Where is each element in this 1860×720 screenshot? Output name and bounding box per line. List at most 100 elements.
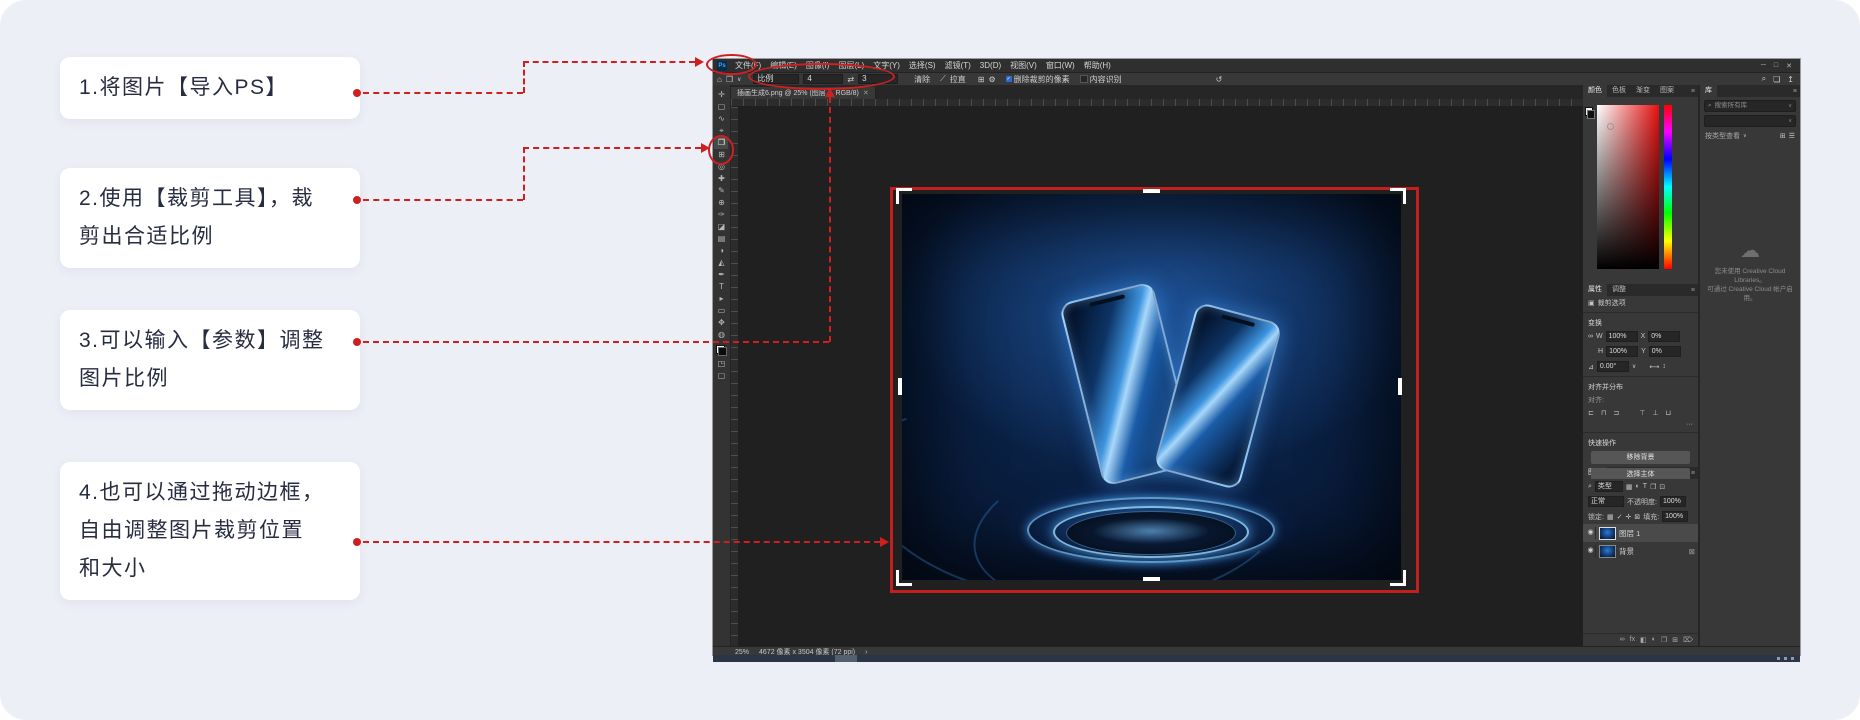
crop-handle-right[interactable] (1397, 377, 1402, 395)
shape-filter-icon[interactable]: ❐ (1650, 483, 1656, 491)
layer-mask-icon[interactable]: ◧ (1640, 636, 1647, 644)
align-top-icon[interactable]: ⊤ (1639, 409, 1645, 417)
layer-row-layer1[interactable]: ◉ 图层 1 (1583, 524, 1698, 542)
tool-clone-stamp[interactable]: ⊕ (714, 197, 728, 209)
close-icon[interactable]: ✕ (1786, 62, 1792, 70)
crop-handle-bottom-right[interactable] (1389, 569, 1406, 586)
menu-filter[interactable]: 滤镜(T) (941, 60, 975, 71)
smart-filter-icon[interactable]: ⊡ (1659, 483, 1665, 491)
crop-handle-top-right[interactable] (1389, 187, 1406, 204)
canvas[interactable] (730, 106, 1583, 646)
tool-path-selection[interactable]: ▸ (714, 293, 728, 305)
list-view-icon[interactable]: ☰ (1789, 132, 1795, 140)
tab-libraries[interactable]: 库 (1700, 83, 1717, 97)
y-input[interactable]: 0% (1648, 346, 1681, 357)
layer-filter-select[interactable]: 类型 (1594, 481, 1623, 492)
crop-handle-bottom[interactable] (1142, 576, 1160, 581)
foreground-background-swatch[interactable] (715, 345, 727, 356)
adjustment-layer-icon[interactable]: ◐ (1652, 636, 1656, 644)
library-select[interactable]: ∨ (1704, 115, 1796, 127)
blend-mode-select[interactable]: 正常 (1588, 496, 1624, 507)
tool-history-brush[interactable]: ✑ (714, 209, 728, 221)
type-filter-icon[interactable]: T (1643, 483, 1647, 490)
hue-slider[interactable] (1664, 105, 1672, 269)
tool-brush[interactable]: ✎ (714, 185, 728, 197)
lock-pixels-icon[interactable]: ✓ (1617, 513, 1623, 521)
tool-gradient[interactable]: ▤ (714, 233, 728, 245)
align-middle-icon[interactable]: ⊥ (1652, 409, 1658, 417)
lock-position-icon[interactable]: ✛ (1625, 513, 1631, 521)
tool-rectangle[interactable]: ▭ (714, 305, 728, 317)
tool-blur[interactable]: ◑ (714, 245, 728, 257)
align-center-h-icon[interactable]: ⊓ (1601, 409, 1606, 417)
crop-handle-left[interactable] (897, 377, 902, 395)
tool-hand[interactable]: ✥ (714, 317, 728, 329)
lock-transparent-icon[interactable]: ▦ (1607, 513, 1614, 521)
minimize-icon[interactable]: ─ (1761, 62, 1766, 70)
width-input[interactable]: 100% (1605, 331, 1638, 342)
tool-healing-brush[interactable]: ✚ (714, 173, 728, 185)
panel-menu-icon[interactable]: ≡ (1691, 470, 1698, 479)
tab-patterns[interactable]: 图案 (1655, 83, 1679, 97)
flip-horizontal-icon[interactable]: ⟷ (1649, 363, 1659, 371)
gear-icon[interactable]: ⚙ (988, 75, 995, 84)
screen-mode-icon[interactable]: ▢ (714, 370, 728, 382)
taskbar-active-app[interactable] (835, 655, 857, 662)
tab-gradients[interactable]: 渐变 (1631, 83, 1655, 97)
x-input[interactable]: 0% (1648, 331, 1681, 342)
lock-all-icon[interactable]: ⊠ (1634, 513, 1640, 521)
align-left-icon[interactable]: ⊏ (1588, 409, 1594, 417)
panel-menu-icon[interactable]: ≡ (1691, 287, 1698, 296)
link-layers-icon[interactable]: ∞ (1620, 636, 1625, 644)
tab-adjustments[interactable]: 调整 (1607, 282, 1631, 296)
tab-properties[interactable]: 属性 (1583, 282, 1607, 296)
menu-window[interactable]: 窗口(W) (1042, 60, 1079, 71)
clear-button[interactable]: 清除 (914, 74, 930, 85)
new-layer-icon[interactable]: ⊞ (1672, 636, 1678, 644)
link-dimensions-icon[interactable]: ∞ (1588, 333, 1593, 340)
search-icon[interactable]: ⌕ (1762, 74, 1766, 84)
menu-help[interactable]: 帮助(H) (1080, 60, 1115, 71)
more-options[interactable]: ··· (1583, 419, 1698, 430)
tool-type[interactable]: T (714, 281, 728, 293)
fill-input[interactable]: 100% (1662, 511, 1689, 522)
saturation-brightness-field[interactable] (1597, 105, 1659, 269)
panel-menu-icon[interactable]: ≡ (1691, 88, 1698, 97)
tab-swatches[interactable]: 色板 (1607, 83, 1631, 97)
tool-lasso[interactable]: ∿ (714, 113, 728, 125)
pixel-filter-icon[interactable]: ▦ (1626, 483, 1633, 491)
panel-menu-icon[interactable]: ≡ (1793, 88, 1800, 97)
visibility-eye-icon[interactable]: ◉ (1586, 527, 1596, 539)
view-by-type-label[interactable]: 按类型查看 (1705, 131, 1740, 141)
fg-bg-swatch-icon[interactable] (1585, 107, 1595, 119)
height-input[interactable]: 100% (1606, 346, 1639, 357)
tool-dodge[interactable]: ◭ (714, 257, 728, 269)
workspace-icon[interactable]: ❏ (1773, 75, 1780, 84)
align-right-icon[interactable]: ⊐ (1613, 409, 1619, 417)
rotation-input[interactable]: 0.00° (1596, 361, 1629, 372)
straighten-button[interactable]: 拉直 (950, 74, 966, 85)
overlay-options-icon[interactable]: ⊞ (978, 75, 985, 84)
library-search-input[interactable]: ⌕ 搜索所有库 ∨ (1704, 100, 1796, 112)
menu-3d[interactable]: 3D(D) (976, 61, 1005, 70)
tool-eraser[interactable]: ◪ (714, 221, 728, 233)
align-bottom-icon[interactable]: ⊔ (1665, 409, 1670, 417)
new-group-icon[interactable]: ❐ (1661, 636, 1667, 644)
tool-pen[interactable]: ✒ (714, 269, 728, 281)
opacity-input[interactable]: 100% (1659, 496, 1686, 507)
content-aware-checkbox[interactable]: 内容识别 (1079, 74, 1122, 85)
layer-row-background[interactable]: ◉ 背景 ⊠ (1583, 542, 1698, 560)
tab-close-icon[interactable]: ✕ (863, 89, 869, 97)
flip-vertical-icon[interactable]: ↕ (1662, 363, 1666, 370)
grid-view-icon[interactable]: ⊞ (1780, 132, 1786, 140)
share-icon[interactable]: ↥ (1787, 75, 1794, 84)
crop-handle-bottom-left[interactable] (895, 569, 912, 586)
reset-icon[interactable]: ↺ (1216, 75, 1223, 84)
tab-color[interactable]: 颜色 (1583, 83, 1607, 97)
menu-view[interactable]: 视图(V) (1006, 60, 1041, 71)
crop-tool-preset-icon[interactable]: ❐ (726, 75, 733, 84)
visibility-eye-icon[interactable]: ◉ (1586, 545, 1596, 557)
home-icon[interactable]: ⌂ (717, 75, 722, 84)
delete-layer-icon[interactable]: ⌦ (1683, 636, 1693, 644)
crop-handle-top-left[interactable] (895, 187, 912, 204)
